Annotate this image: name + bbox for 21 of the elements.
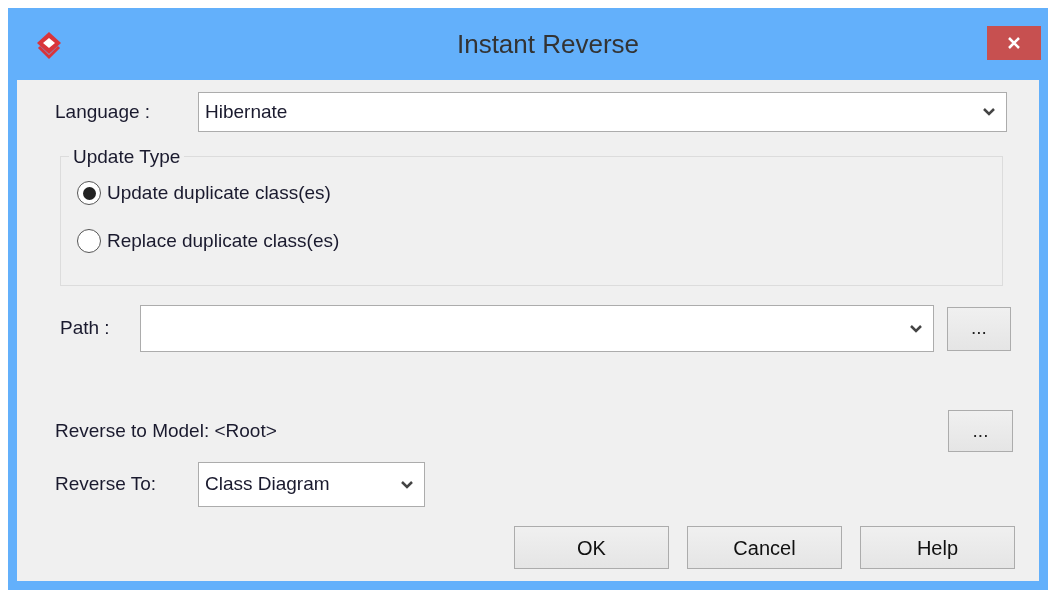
path-combobox[interactable] — [140, 305, 934, 352]
language-dropdown[interactable]: Hibernate — [198, 92, 1007, 132]
close-button[interactable] — [987, 26, 1041, 60]
app-logo-icon — [35, 30, 63, 60]
chevron-down-icon — [908, 323, 923, 334]
dialog-button[interactable]: OK — [514, 526, 669, 569]
chevron-down-icon — [982, 107, 996, 117]
dialog-button[interactable]: Cancel — [687, 526, 842, 569]
browse-button[interactable]: ... — [948, 410, 1013, 452]
browse-button[interactable]: ... — [946, 306, 1011, 351]
close-icon — [1007, 36, 1021, 50]
reverse-to-label: Reverse To: — [55, 472, 158, 497]
radio-option[interactable]: Update duplicate class(es) — [77, 179, 331, 207]
language-label: Language : — [55, 99, 152, 124]
reverse-to-model-label: Reverse to Model: <Root> — [55, 418, 278, 443]
dialog-button[interactable]: Help — [860, 526, 1015, 569]
window-title: Instant Reverse — [456, 27, 640, 61]
radio-option[interactable]: Replace duplicate class(es) — [77, 227, 340, 255]
reverse-to-dropdown[interactable]: Class Diagram — [198, 462, 425, 507]
chevron-down-icon — [400, 479, 414, 490]
path-label: Path : — [60, 316, 111, 341]
